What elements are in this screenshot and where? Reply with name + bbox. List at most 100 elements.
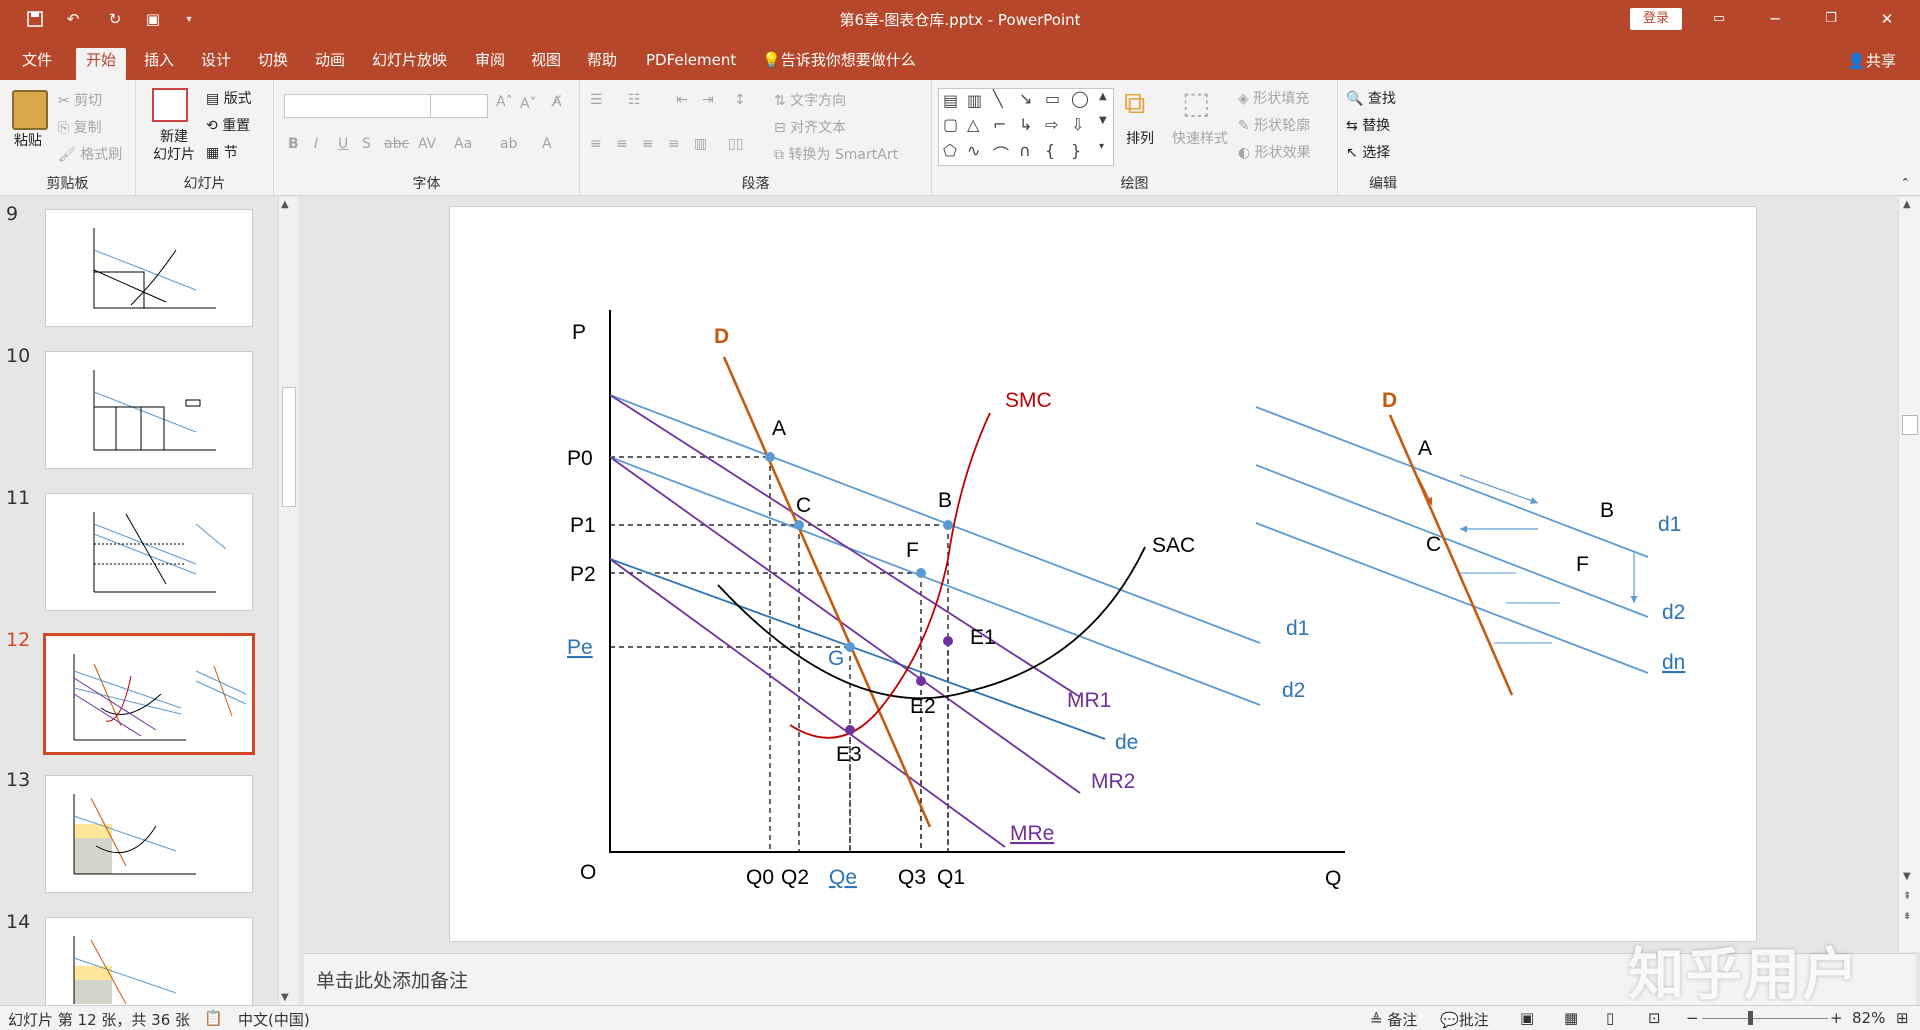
font-size-select[interactable] (430, 94, 488, 118)
bullets-icon[interactable]: ☰ (590, 92, 603, 108)
vertical-textbox-shape-icon[interactable]: ▥ (967, 91, 982, 110)
tab-slideshow[interactable]: 幻灯片放映 (362, 48, 457, 80)
justify-icon[interactable]: ≡ (668, 136, 680, 152)
underline-icon[interactable]: U (338, 136, 348, 152)
oval-shape-icon[interactable]: ◯ (1071, 89, 1089, 108)
gallery-more-icon[interactable]: ▾ (1099, 141, 1104, 152)
fit-slide-icon[interactable]: ⊞ (1896, 1009, 1909, 1027)
tab-transitions[interactable]: 切换 (248, 48, 298, 80)
collapse-ribbon-icon[interactable]: ⌃ (1901, 176, 1910, 189)
align-center-icon[interactable]: ≡ (616, 136, 628, 152)
freeform-shape-icon[interactable]: ⬠ (943, 141, 957, 160)
comments-toggle[interactable]: 💬批注 (1440, 1009, 1489, 1030)
normal-view-icon[interactable]: ▣ (1520, 1009, 1534, 1027)
select-button[interactable]: ↖ 选择 (1346, 142, 1390, 162)
spellcheck-icon[interactable]: 📋 (204, 1009, 223, 1027)
zoom-slider[interactable] (1702, 1018, 1828, 1019)
font-size-shrink-icon[interactable]: A˅ (520, 96, 537, 112)
right-arrow-shape-icon[interactable]: ⇨ (1045, 115, 1058, 134)
scroll-down-icon[interactable]: ▼ (281, 992, 289, 1003)
scroll-up-icon[interactable]: ▲ (281, 199, 289, 210)
tab-design[interactable]: 设计 (191, 48, 241, 80)
restore-icon[interactable]: ❐ (1808, 0, 1854, 38)
slide-thumbnail-14[interactable] (45, 917, 253, 1005)
thumbnail-scroll-thumb[interactable] (282, 387, 296, 507)
decrease-indent-icon[interactable]: ⇤ (676, 92, 688, 108)
bold-icon[interactable]: B (288, 136, 299, 152)
curve-shape-icon[interactable]: ∩ (1019, 141, 1031, 160)
editor-scrollbar[interactable]: ▲ ▼ ⇞ ⇟ (1898, 197, 1920, 952)
section-button[interactable]: ▦ 节 (206, 142, 238, 162)
font-family-select[interactable] (284, 94, 432, 118)
editor-scroll-thumb[interactable] (1902, 415, 1918, 435)
shape-effects-button[interactable]: ◐ 形状效果 (1238, 142, 1311, 162)
tab-view[interactable]: 视图 (521, 48, 571, 80)
elbow-shape-icon[interactable]: ⌐ (993, 115, 1006, 134)
distributed-icon[interactable]: ▥ (694, 136, 707, 152)
slide-canvas[interactable]: P Q O P0 P1 P2 Q0 Q2 Q3 Q1 A C B F E1 E2… (449, 206, 1757, 942)
ribbon-display-icon[interactable]: ▭ (1696, 0, 1742, 38)
gallery-scroll-up-icon[interactable]: ▲ (1099, 91, 1107, 102)
prev-slide-icon[interactable]: ⇞ (1903, 891, 1911, 902)
shapes-gallery[interactable]: ▤ ▥ ╲ ↘ ▭ ◯ ▢ △ ⌐ ↳ ⇨ ⇩ ⬠ ∿ ⌒ ∩ { } ▲ ▼ … (938, 88, 1114, 166)
cut-button[interactable]: ✂ 剪切 (58, 90, 102, 110)
scroll-down-icon[interactable]: ▼ (1903, 871, 1911, 882)
slide-thumbnail-10[interactable] (45, 351, 253, 469)
language-indicator[interactable]: 中文(中国) (238, 1009, 310, 1030)
text-direction-button[interactable]: ⇅ 文字方向 (774, 90, 846, 110)
slide-thumbnail-9[interactable] (45, 209, 253, 327)
slide-sorter-icon[interactable]: ▦ (1564, 1009, 1578, 1027)
rectangle-shape-icon[interactable]: ▭ (1045, 89, 1060, 108)
find-button[interactable]: 🔍 查找 (1346, 88, 1396, 108)
increase-indent-icon[interactable]: ⇥ (702, 92, 714, 108)
login-button[interactable]: 登录 (1630, 8, 1682, 30)
strikethrough-icon[interactable]: abc (384, 136, 409, 152)
quick-styles-icon[interactable]: ⬚ (1182, 86, 1210, 121)
char-spacing-icon[interactable]: AV (418, 136, 436, 152)
tell-me-search[interactable]: 💡告诉我你想要做什么 (752, 48, 926, 80)
slide-thumbnail-12[interactable] (43, 633, 255, 755)
paste-button[interactable]: 粘贴 (14, 130, 42, 150)
zoom-out-icon[interactable]: − (1686, 1009, 1699, 1027)
align-left-icon[interactable]: ≡ (590, 136, 602, 152)
down-arrow-shape-icon[interactable]: ⇩ (1071, 115, 1084, 134)
notes-toggle[interactable]: ≜ 备注 (1370, 1009, 1417, 1030)
arrange-button[interactable]: 排列 (1126, 128, 1154, 148)
elbow-arrow-shape-icon[interactable]: ↳ (1019, 115, 1032, 134)
tab-animations[interactable]: 动画 (305, 48, 355, 80)
replace-button[interactable]: ⇆ 替换 (1346, 115, 1390, 135)
zoom-slider-thumb[interactable] (1748, 1011, 1753, 1025)
shape-outline-button[interactable]: ✎ 形状轮廓 (1238, 115, 1310, 135)
arrange-icon[interactable]: ⧉ (1124, 86, 1145, 121)
italic-icon[interactable]: I (314, 136, 318, 152)
layout-button[interactable]: ▤ 版式 (206, 88, 252, 108)
align-text-button[interactable]: ⊟ 对齐文本 (774, 117, 846, 137)
gallery-scroll-down-icon[interactable]: ▼ (1099, 115, 1107, 126)
left-brace-shape-icon[interactable]: { (1045, 141, 1055, 160)
change-case-icon[interactable]: Aa (454, 136, 472, 152)
arrow-line-shape-icon[interactable]: ↘ (1019, 89, 1032, 108)
minimize-icon[interactable]: ─ (1752, 0, 1798, 38)
tab-file[interactable]: 文件 (12, 48, 62, 80)
right-brace-shape-icon[interactable]: } (1071, 141, 1081, 160)
scribble-shape-icon[interactable]: ∿ (967, 141, 980, 160)
shape-fill-button[interactable]: ◈ 形状填充 (1238, 88, 1309, 108)
slide-thumbnail-11[interactable] (45, 493, 253, 611)
reset-button[interactable]: ⟲ 重置 (206, 115, 250, 135)
copy-button[interactable]: ⎘ 复制 (58, 117, 102, 137)
align-right-icon[interactable]: ≡ (642, 136, 654, 152)
triangle-shape-icon[interactable]: △ (967, 115, 979, 134)
tab-home[interactable]: 开始 (76, 48, 127, 80)
tab-help[interactable]: 帮助 (577, 48, 627, 80)
shadow-icon[interactable]: S (362, 136, 371, 152)
zoom-level[interactable]: 82% (1852, 1009, 1885, 1027)
notes-placeholder[interactable]: 单击此处添加备注 (316, 966, 468, 993)
rounded-rect-shape-icon[interactable]: ▢ (943, 115, 958, 134)
format-painter-button[interactable]: 🖌 格式刷 (58, 144, 122, 164)
arc-shape-icon[interactable]: ⌒ (993, 141, 1009, 165)
slideshow-icon[interactable]: ⊡ (1648, 1009, 1661, 1027)
smartart-button[interactable]: ⧉ 转换为 SmartArt (774, 144, 898, 164)
quick-styles-button[interactable]: 快速样式 (1172, 128, 1228, 148)
new-slide-button[interactable]: 新建 幻灯片 (142, 128, 206, 164)
thumbnail-scrollbar[interactable]: ▲ ▼ (278, 197, 298, 1005)
